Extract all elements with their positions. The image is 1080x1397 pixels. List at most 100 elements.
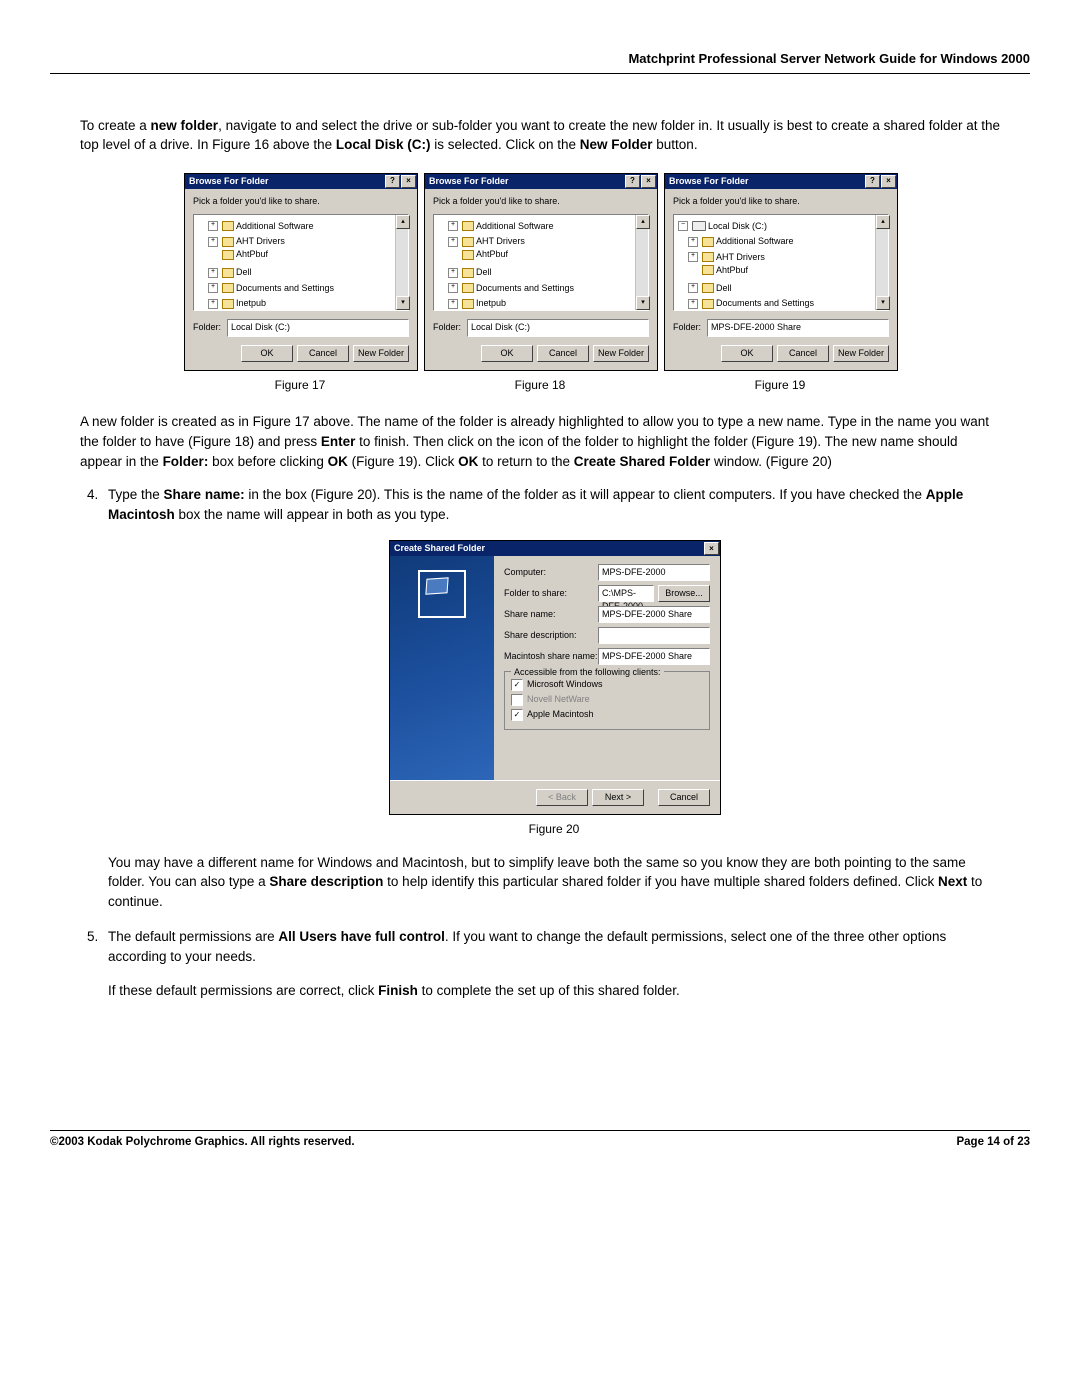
expand-icon[interactable] — [208, 268, 218, 278]
folder-field[interactable]: MPS-DFE-2000 Share — [707, 319, 889, 337]
scrollbar[interactable]: ▴ ▾ — [875, 215, 888, 310]
ok-button[interactable]: OK — [481, 345, 533, 362]
expand-icon[interactable] — [448, 268, 458, 278]
next-button[interactable]: Next > — [592, 789, 644, 806]
cancel-button[interactable]: Cancel — [777, 345, 829, 362]
tree-item-label[interactable]: Documents and Settings — [716, 297, 814, 310]
close-icon[interactable]: × — [881, 175, 896, 188]
tree-item[interactable]: Documents and Settings — [438, 279, 633, 295]
tree-item-label[interactable]: Inetpub — [476, 297, 506, 310]
tree-item-label[interactable]: Local Disk (C:) — [708, 220, 767, 233]
collapse-icon[interactable] — [678, 221, 688, 231]
mac-share-name-label: Macintosh share name: — [504, 650, 594, 663]
folder-tree[interactable]: Local Disk (C:) Additional Software AHT D… — [674, 215, 875, 310]
help-icon[interactable]: ? — [865, 175, 880, 188]
expand-icon[interactable] — [448, 221, 458, 231]
tree-item[interactable]: AHT Drivers — [438, 233, 633, 249]
dialog-prompt: Pick a folder you'd like to share. — [193, 195, 409, 208]
folder-icon — [222, 299, 234, 309]
tree-item-label[interactable]: AHT Drivers — [716, 251, 765, 264]
tree-item[interactable]: Dell — [198, 264, 393, 280]
expand-icon[interactable] — [688, 283, 698, 293]
tree-item[interactable]: AHT Drivers — [198, 233, 393, 249]
tree-item-label[interactable]: Inetpub — [236, 297, 266, 310]
help-icon[interactable]: ? — [625, 175, 640, 188]
tree-item-label[interactable]: AHT Drivers — [476, 235, 525, 248]
close-icon[interactable]: × — [641, 175, 656, 188]
folder-icon — [702, 299, 714, 309]
ok-button[interactable]: OK — [241, 345, 293, 362]
mac-share-name-field[interactable]: MPS-DFE-2000 Share — [598, 648, 710, 665]
expand-icon[interactable] — [448, 299, 458, 309]
checkbox[interactable]: ✓ — [511, 709, 523, 721]
expand-icon[interactable] — [448, 237, 458, 247]
tree-item-label[interactable]: Additional Software — [476, 220, 554, 233]
checkbox[interactable]: ✓ — [511, 679, 523, 691]
scroll-down-icon[interactable]: ▾ — [876, 296, 890, 310]
tree-item[interactable]: Inetpub — [198, 295, 393, 310]
scroll-down-icon[interactable]: ▾ — [636, 296, 650, 310]
tree-item[interactable]: Additional Software — [438, 217, 633, 233]
tree-item[interactable]: AhtPbuf — [678, 264, 873, 280]
tree-item-label[interactable]: AHT Drivers — [236, 235, 285, 248]
folder-to-share-field[interactable]: C:\MPS-DFE-2000 Share — [598, 585, 654, 602]
close-icon[interactable]: × — [704, 542, 719, 555]
expand-icon[interactable] — [208, 237, 218, 247]
shared-folder-icon — [418, 570, 466, 618]
help-icon[interactable]: ? — [385, 175, 400, 188]
tree-item[interactable]: Documents and Settings — [678, 295, 873, 310]
new-folder-button[interactable]: New Folder — [593, 345, 649, 362]
scroll-up-icon[interactable]: ▴ — [396, 215, 410, 229]
share-description-field[interactable] — [598, 627, 710, 644]
scroll-up-icon[interactable]: ▴ — [876, 215, 890, 229]
tree-item[interactable]: AhtPbuf — [438, 248, 633, 264]
tree-item[interactable]: Documents and Settings — [198, 279, 393, 295]
browse-button[interactable]: Browse... — [658, 585, 710, 602]
tree-item[interactable]: Additional Software — [678, 233, 873, 249]
expand-icon[interactable] — [688, 299, 698, 309]
expand-icon[interactable] — [208, 283, 218, 293]
tree-item-label[interactable]: Dell — [476, 266, 492, 279]
tree-item-label[interactable]: Additional Software — [716, 235, 794, 248]
folder-field[interactable]: Local Disk (C:) — [227, 319, 409, 337]
cancel-button[interactable]: Cancel — [297, 345, 349, 362]
folder-icon — [462, 221, 474, 231]
close-icon[interactable]: × — [401, 175, 416, 188]
tree-item-label[interactable]: AhtPbuf — [476, 248, 508, 261]
cancel-button[interactable]: Cancel — [537, 345, 589, 362]
folder-icon — [702, 283, 714, 293]
expand-icon[interactable] — [448, 283, 458, 293]
tree-item-label[interactable]: Additional Software — [236, 220, 314, 233]
dialog-title: Browse For Folder — [669, 175, 749, 188]
folder-label: Folder: — [193, 321, 221, 334]
scroll-down-icon[interactable]: ▾ — [396, 296, 410, 310]
expand-icon[interactable] — [688, 252, 698, 262]
new-folder-button[interactable]: New Folder — [833, 345, 889, 362]
expand-icon[interactable] — [208, 299, 218, 309]
scrollbar[interactable]: ▴ ▾ — [635, 215, 648, 310]
folder-field[interactable]: Local Disk (C:) — [467, 319, 649, 337]
tree-item-label[interactable]: Dell — [716, 282, 732, 295]
tree-item-label[interactable]: Documents and Settings — [236, 282, 334, 295]
tree-item[interactable]: Inetpub — [438, 295, 633, 310]
tree-item[interactable]: AHT Drivers — [678, 248, 873, 264]
tree-item[interactable]: Dell — [438, 264, 633, 280]
tree-item[interactable]: Dell — [678, 279, 873, 295]
tree-item-label[interactable]: Dell — [236, 266, 252, 279]
tree-item-label[interactable]: Documents and Settings — [476, 282, 574, 295]
folder-tree[interactable]: Additional Software AHT DriversAhtPbuf Del… — [434, 215, 635, 310]
tree-item-label[interactable]: AhtPbuf — [236, 248, 268, 261]
scrollbar[interactable]: ▴ ▾ — [395, 215, 408, 310]
cancel-button[interactable]: Cancel — [658, 789, 710, 806]
tree-item[interactable]: AhtPbuf — [198, 248, 393, 264]
folder-tree[interactable]: Additional Software AHT DriversAhtPbuf Del… — [194, 215, 395, 310]
expand-icon[interactable] — [688, 237, 698, 247]
new-folder-button[interactable]: New Folder — [353, 345, 409, 362]
share-name-field[interactable]: MPS-DFE-2000 Share — [598, 606, 710, 623]
ok-button[interactable]: OK — [721, 345, 773, 362]
tree-item-label[interactable]: AhtPbuf — [716, 264, 748, 277]
tree-item[interactable]: Additional Software — [198, 217, 393, 233]
expand-icon[interactable] — [208, 221, 218, 231]
computer-field[interactable]: MPS-DFE-2000 — [598, 564, 710, 581]
scroll-up-icon[interactable]: ▴ — [636, 215, 650, 229]
